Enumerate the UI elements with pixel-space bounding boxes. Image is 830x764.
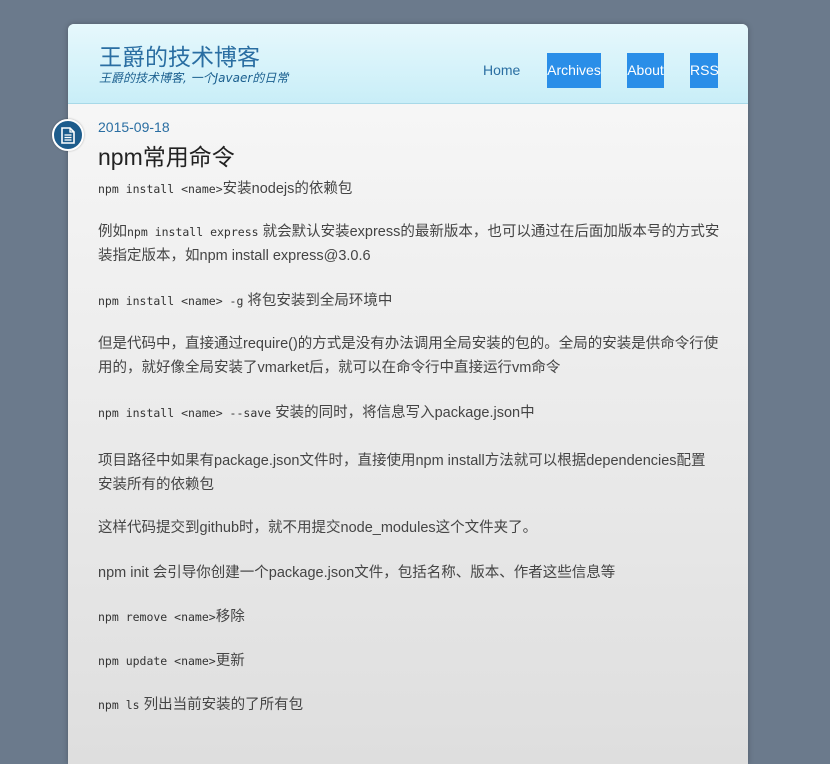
paragraph-text: 例如	[98, 224, 127, 240]
post-title[interactable]: npm常用命令	[98, 138, 235, 172]
post-paragraph: npm init 会引导你创建一个package.json文件，包括名称、版本、…	[98, 565, 616, 581]
site-title[interactable]: 王爵的技术博客	[99, 38, 260, 72]
post-paragraph: npm install <name>安装nodejs的依赖包	[98, 177, 720, 201]
inline-code: npm ls	[98, 698, 140, 712]
document-icon	[52, 119, 84, 151]
inline-code: npm install <name>	[98, 182, 223, 196]
nav-archives-link[interactable]: Archives	[547, 53, 601, 88]
inline-code: npm remove <name>	[98, 610, 216, 624]
site-header: 王爵的技术博客 王爵的技术博客, 一个Javaer的日常 Home Archiv…	[68, 24, 748, 104]
post-paragraph: npm remove <name>移除	[98, 605, 720, 629]
post-paragraph: npm update <name>更新	[98, 649, 720, 673]
post-paragraph: 这样代码提交到github时，就不用提交node_modules这个文件夹了。	[98, 520, 538, 536]
paragraph-text: 安装nodejs的依赖包	[222, 181, 353, 197]
inline-code: npm install <name> --save	[98, 406, 272, 420]
post-paragraph: 项目路径中如果有package.json文件时，直接使用npm install方…	[98, 453, 706, 493]
post-paragraph: npm install <name> --save 安装的同时，将信息写入pac…	[98, 401, 720, 425]
paragraph-text: 将包安装到全局环境中	[243, 293, 393, 309]
post-paragraph: npm ls 列出当前安装的了所有包	[98, 693, 720, 717]
post-paragraph: 但是代码中，直接通过require()的方式是没有办法调用全局安装的包的。全局的…	[98, 336, 719, 376]
nav-rss-link[interactable]: RSS	[690, 53, 719, 88]
nav-home-link[interactable]: Home	[483, 53, 520, 88]
inline-code: npm install express	[127, 225, 259, 239]
paragraph-text: 更新	[215, 653, 245, 669]
paragraph-text: 安装的同时，将信息写入package.json中	[271, 405, 535, 421]
post-paragraph: npm install <name> -g 将包安装到全局环境中	[98, 289, 720, 313]
paragraph-text: 列出当前安装的了所有包	[139, 697, 304, 713]
post-paragraph: 例如npm install express 就会默认安装express的最新版本…	[98, 220, 720, 268]
inline-code: npm update <name>	[98, 654, 216, 668]
post-date[interactable]: 2015-09-18	[98, 119, 170, 135]
site-subtitle: 王爵的技术博客, 一个Javaer的日常	[99, 71, 289, 85]
nav-about-link[interactable]: About	[627, 53, 664, 88]
paragraph-text: 移除	[215, 609, 245, 625]
inline-code: npm install <name> -g	[98, 294, 244, 308]
